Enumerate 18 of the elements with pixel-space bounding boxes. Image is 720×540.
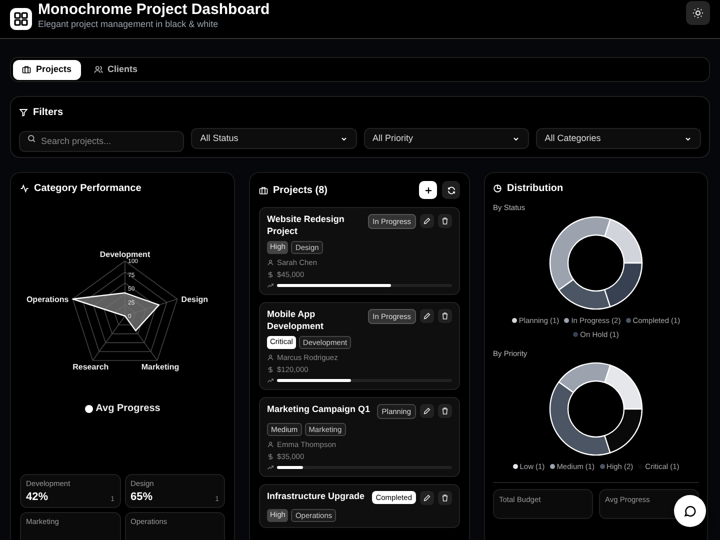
axis-label: Design (181, 295, 208, 304)
project-name: Marketing Campaign Q1 (267, 404, 372, 416)
stat-value: 42% (26, 490, 48, 505)
card-title: Projects (8) (273, 184, 328, 198)
project-name: Website Redesign Project (267, 214, 346, 237)
page-title: Monochrome Project Dashboard (38, 0, 270, 18)
project-name: Mobile App Development (267, 309, 325, 332)
project-name: Infrastructure Upgrade (267, 491, 366, 502)
legend-item: Avg Progress (84, 401, 160, 416)
axis-label: Research (72, 362, 109, 372)
axis-label: Development (100, 250, 150, 259)
stat-value: 65% (130, 490, 153, 505)
card-title: Distribution (507, 182, 564, 196)
page-subtitle: Elegant project management in black & white (38, 18, 220, 30)
filters-title: Filters (33, 106, 64, 120)
card-title: Category Performance (34, 182, 142, 196)
axis-label: Marketing (141, 362, 180, 372)
axis-label: Operations (26, 295, 69, 304)
